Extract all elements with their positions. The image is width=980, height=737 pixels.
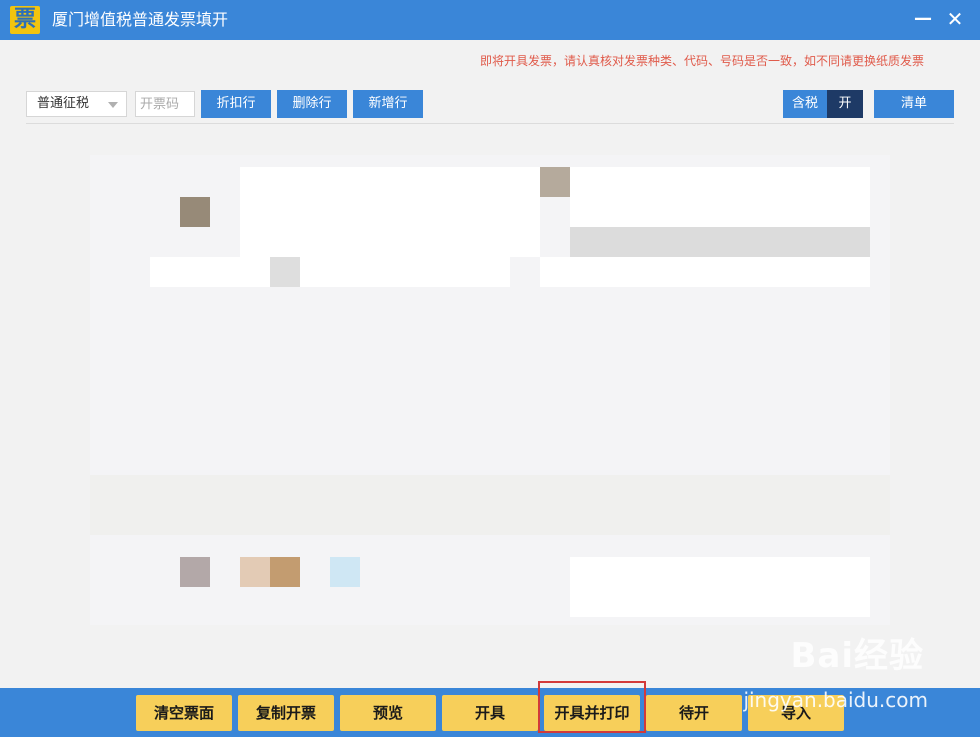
tax-included-state: 开 [827, 90, 863, 118]
invoice-form-obscured [90, 155, 890, 625]
tax-mode-value: 普通征税 [37, 96, 90, 111]
toolbar-divider [26, 123, 954, 124]
baidu-jingyan-watermark: Bai经验 [790, 636, 924, 676]
mosaic-tile [330, 557, 360, 587]
tax-included-label: 含税 [783, 90, 827, 118]
form-block [570, 167, 870, 227]
mosaic-tile [540, 167, 570, 197]
title-bar: 票 厦门增值税普通发票填开 — ✕ [0, 0, 980, 40]
chevron-down-icon [108, 102, 118, 108]
form-block [570, 557, 870, 617]
mosaic-tile [270, 257, 300, 287]
watermark-url: jingyan.baidu.com [743, 688, 928, 712]
preview-button[interactable]: 预览 [340, 695, 436, 731]
form-block [240, 167, 540, 257]
mosaic-tile [240, 557, 270, 587]
close-icon[interactable]: ✕ [944, 8, 966, 30]
mosaic-tile [180, 557, 210, 587]
tax-included-toggle[interactable]: 含税 开 [783, 90, 863, 118]
issue-button[interactable]: 开具 [442, 695, 538, 731]
form-block [300, 257, 510, 287]
list-button[interactable]: 清单 [874, 90, 954, 118]
form-block [150, 257, 270, 287]
clear-invoice-button[interactable]: 清空票面 [136, 695, 232, 731]
form-block [90, 475, 890, 535]
form-block [570, 227, 870, 257]
mosaic-tile [180, 197, 210, 227]
invoice-code-input[interactable] [135, 91, 195, 117]
delete-row-button[interactable]: 删除行 [277, 90, 347, 118]
window-title: 厦门增值税普通发票填开 [52, 10, 229, 29]
mosaic-tile [270, 557, 300, 587]
issue-notice: 即将开具发票，请认真核对发票种类、代码、号码是否一致，如不同请更换纸质发票 [479, 54, 924, 68]
pending-button[interactable]: 待开 [646, 695, 742, 731]
discount-row-button[interactable]: 折扣行 [201, 90, 271, 118]
invoice-app-icon: 票 [10, 6, 40, 34]
form-block [540, 257, 870, 287]
add-row-button[interactable]: 新增行 [353, 90, 423, 118]
tax-mode-select[interactable]: 普通征税 [26, 91, 127, 117]
minimize-icon[interactable]: — [912, 8, 934, 30]
copy-invoice-button[interactable]: 复制开票 [238, 695, 334, 731]
issue-and-print-button[interactable]: 开具并打印 [544, 695, 640, 731]
invoice-toolbar: 普通征税 折扣行 删除行 新增行 含税 开 清单 [26, 90, 954, 120]
